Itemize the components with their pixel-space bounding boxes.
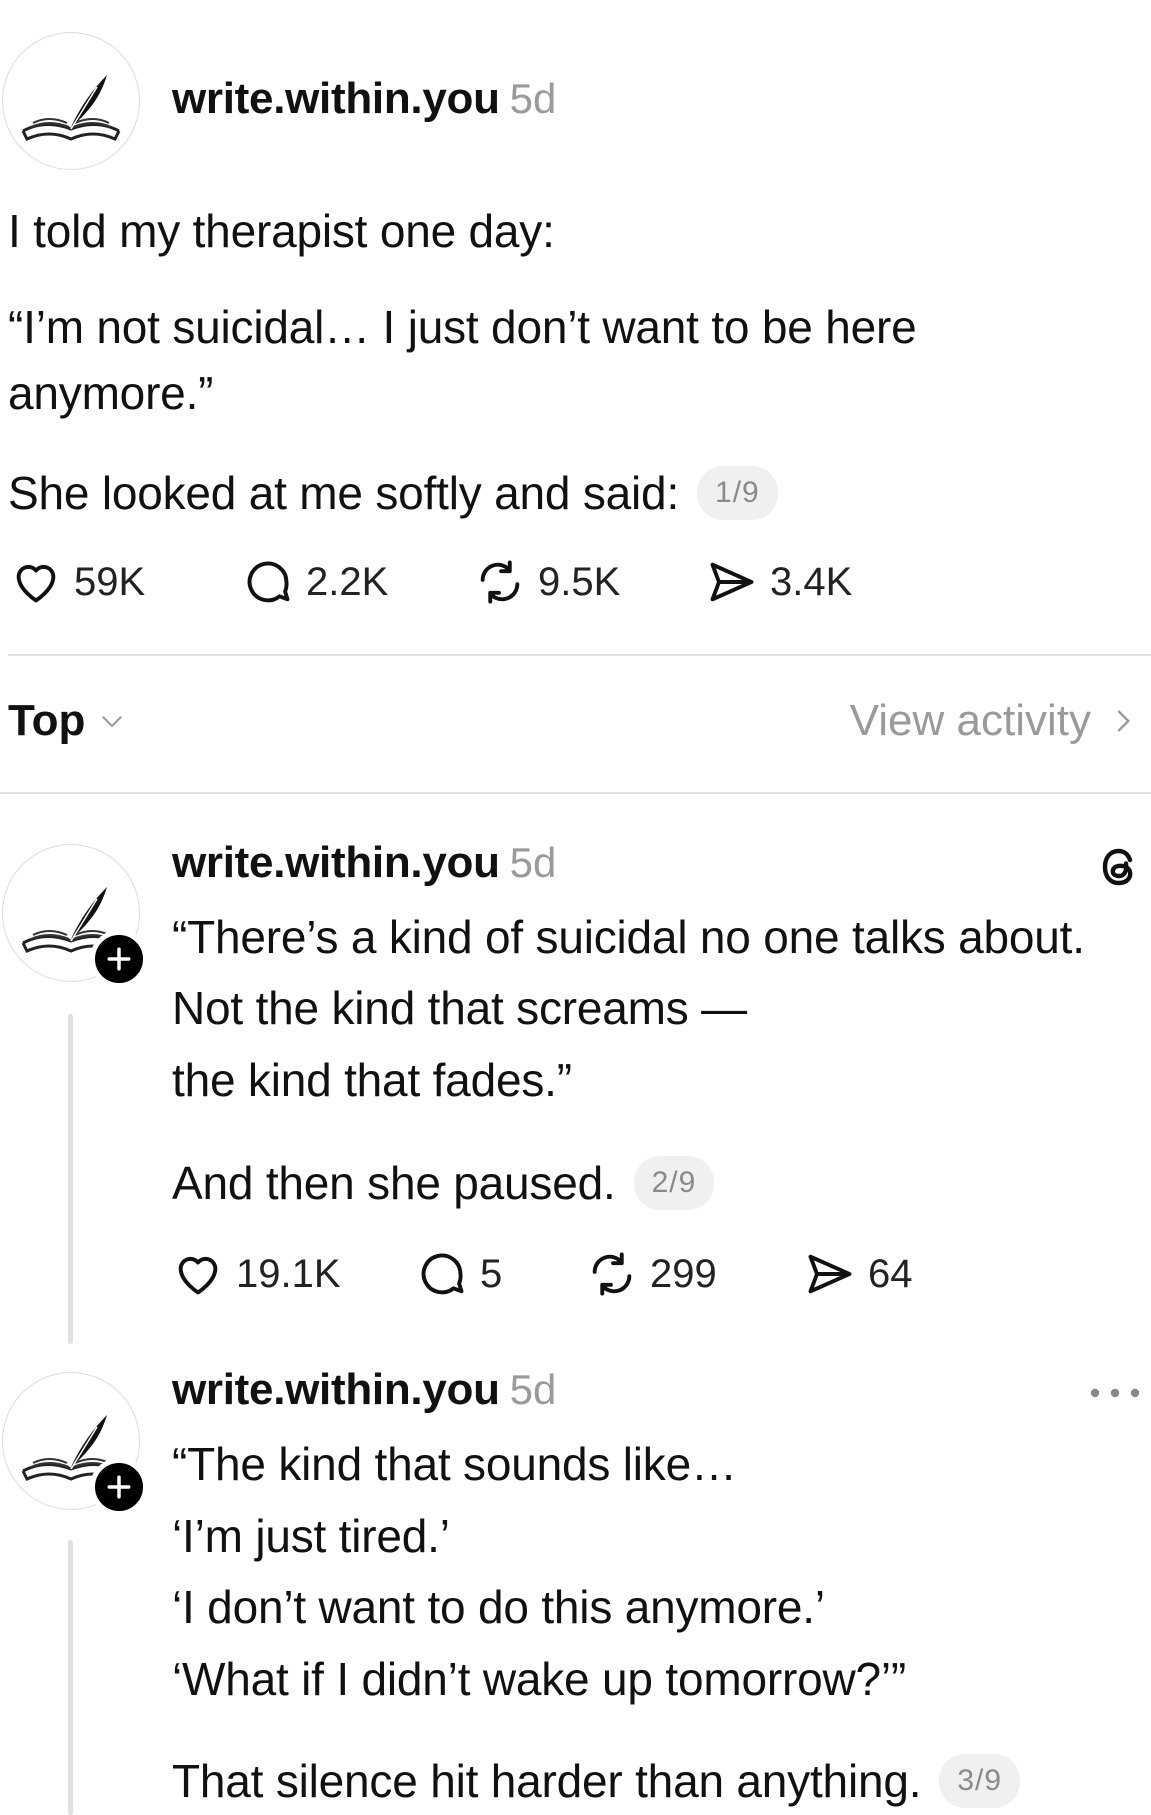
username[interactable]: write.within.you: [172, 1365, 500, 1415]
divider: [0, 792, 1151, 794]
repost-icon: [592, 1252, 632, 1296]
heart-icon: [178, 1256, 218, 1295]
post-text-line: ‘What if I didn’t wake up tomorrow?’”: [172, 1653, 906, 1705]
like-count: 19.1K: [236, 1251, 341, 1296]
divider: [8, 654, 1151, 656]
chevron-right-icon: [1117, 710, 1131, 732]
post-text-line: “I’m not suicidal… I just don’t want to …: [8, 301, 917, 353]
comment-bubble-icon: [247, 561, 290, 603]
quill-book-icon: [21, 73, 121, 141]
thread-line: [68, 1014, 73, 1344]
share-button[interactable]: 3.4K: [706, 556, 852, 608]
like-button[interactable]: 59K: [10, 556, 242, 608]
username[interactable]: write.within.you: [172, 74, 500, 124]
heart-icon: [16, 564, 56, 603]
repost-count: 299: [650, 1251, 717, 1296]
post-actions: 19.1K 5 299 64: [172, 1248, 913, 1300]
comment-button[interactable]: 2.2K: [242, 556, 474, 608]
threads-logo-icon[interactable]: [1095, 843, 1143, 891]
page-counter: 2/9: [633, 1155, 715, 1210]
plus-icon: [107, 947, 131, 971]
comment-count: 2.2K: [306, 559, 389, 604]
comment-bubble-icon: [421, 1253, 464, 1295]
post-text-line: “The kind that sounds like…: [172, 1438, 737, 1490]
post-text-line: ‘I’m just tired.’: [172, 1510, 450, 1562]
post-header: write.within.you 5d: [172, 74, 556, 124]
view-activity-label: View activity: [849, 696, 1091, 745]
avatar[interactable]: [2, 32, 140, 170]
comment-count: 5: [480, 1251, 503, 1296]
post-text-line: Not the kind that screams —: [172, 982, 747, 1034]
view-activity-link[interactable]: View activity: [850, 696, 1139, 746]
post-header: write.within.you 5d: [172, 838, 556, 888]
share-count: 64: [868, 1251, 913, 1296]
post-text-line: the kind that fades.”: [172, 1054, 572, 1106]
post-text: She looked at me softly and said:: [8, 467, 680, 519]
username[interactable]: write.within.you: [172, 838, 500, 888]
sort-dropdown[interactable]: Top: [8, 696, 127, 746]
post-text-line: ‘I don’t want to do this anymore.’: [172, 1581, 825, 1633]
post-text: And then she paused.: [172, 1157, 616, 1209]
repost-count: 9.5K: [538, 559, 621, 604]
post-text-line: That silence hit harder than anything. 3/…: [172, 1748, 1021, 1814]
post-text: That silence hit harder than anything.: [172, 1755, 922, 1807]
post-time: 5d: [509, 1366, 557, 1413]
post-text-line: anymore.”: [8, 367, 214, 419]
page-counter: 3/9: [939, 1753, 1021, 1808]
share-button[interactable]: 64: [804, 1248, 913, 1300]
post-header: write.within.you 5d: [172, 1365, 556, 1415]
like-count: 59K: [74, 559, 146, 604]
follow-button[interactable]: [90, 930, 148, 988]
sort-label: Top: [8, 696, 86, 745]
comment-button[interactable]: 5: [416, 1248, 586, 1300]
repost-button[interactable]: 299: [586, 1248, 804, 1300]
post-text-line: I told my therapist one day:: [8, 205, 555, 257]
post-text-line: She looked at me softly and said: 1/9: [8, 460, 778, 526]
send-icon: [808, 1254, 852, 1294]
follow-button[interactable]: [90, 1458, 148, 1516]
share-count: 3.4K: [770, 559, 853, 604]
page-counter: 1/9: [697, 465, 778, 520]
more-dots-icon[interactable]: [1089, 1383, 1141, 1403]
thread-line: [68, 1540, 73, 1815]
repost-icon: [480, 560, 520, 604]
plus-icon: [107, 1475, 131, 1499]
repost-button[interactable]: 9.5K: [474, 556, 706, 608]
post-time: 5d: [509, 75, 557, 122]
like-button[interactable]: 19.1K: [172, 1248, 416, 1300]
post-actions: 59K 2.2K 9.5K 3.4K: [10, 556, 852, 608]
send-icon: [710, 562, 754, 602]
chevron-down-icon: [102, 716, 123, 728]
post-text-line: “There’s a kind of suicidal no one talks…: [172, 911, 1085, 963]
post-time: 5d: [509, 839, 557, 886]
post-text-line: And then she paused. 2/9: [172, 1150, 715, 1216]
